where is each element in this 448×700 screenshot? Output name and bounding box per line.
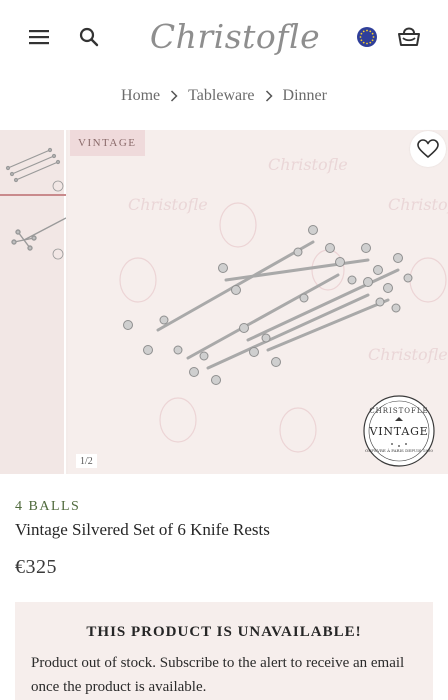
eu-flag-icon: [357, 27, 377, 47]
cart-button[interactable]: [393, 20, 425, 52]
product-collection: 4 BALLS: [15, 499, 81, 514]
svg-text:Christofle: Christofle: [388, 195, 448, 214]
breadcrumb-dinner[interactable]: Dinner: [283, 87, 327, 105]
heart-icon: [417, 139, 439, 158]
svg-text:CHRISTOFLE: CHRISTOFLE: [369, 407, 428, 415]
svg-text:Christofle: Christofle: [368, 345, 448, 364]
breadcrumb-tableware[interactable]: Tableware: [188, 87, 254, 105]
menu-button[interactable]: [24, 22, 54, 52]
product-price: €325: [15, 556, 57, 578]
notice-text: Product out of stock. Subscribe to the a…: [31, 655, 405, 695]
vintage-seal-image: CHRISTOFLE VINTAGE ORFÈVRE À PARIS DEPUI…: [363, 395, 435, 467]
region-selector[interactable]: [352, 22, 382, 52]
brand-logo[interactable]: Christofle: [150, 10, 320, 62]
image-counter: 1/2: [76, 454, 97, 468]
svg-text:VINTAGE: VINTAGE: [368, 425, 428, 438]
knife-rests-thumbnail-image: [5, 147, 64, 192]
product-title: Vintage Silvered Set of 6 Knife Rests: [15, 520, 270, 539]
notice-title: THIS PRODUCT IS UNAVAILABLE!: [86, 624, 362, 640]
shopping-bag-icon: [398, 27, 420, 46]
search-button[interactable]: [74, 22, 104, 52]
thumbnail-1[interactable]: [0, 130, 66, 196]
site-header: Christofle: [0, 0, 448, 72]
chevron-right-icon: [170, 90, 178, 102]
thumbnail-2[interactable]: [0, 200, 66, 274]
breadcrumb-home[interactable]: Home: [121, 87, 160, 105]
svg-text:Christofle: Christofle: [128, 195, 208, 214]
menu-icon: [29, 30, 49, 45]
chevron-right-icon: [265, 90, 273, 102]
search-icon: [79, 27, 99, 47]
logo-text: Christofle: [149, 16, 321, 56]
vintage-badge: VINTAGE: [70, 130, 145, 156]
unavailable-notice: THIS PRODUCT IS UNAVAILABLE! Product out…: [15, 602, 433, 700]
thumbnail-strip: [0, 130, 66, 474]
vintage-seal: CHRISTOFLE VINTAGE ORFÈVRE À PARIS DEPUI…: [362, 394, 436, 468]
svg-text:ORFÈVRE À PARIS DEPUIS 1830: ORFÈVRE À PARIS DEPUIS 1830: [365, 448, 433, 453]
breadcrumb: Home Tableware Dinner: [0, 84, 448, 108]
favorite-button[interactable]: [410, 131, 446, 167]
svg-text:Christofle: Christofle: [268, 155, 348, 174]
knife-rest-single-thumbnail-image: [11, 217, 66, 260]
